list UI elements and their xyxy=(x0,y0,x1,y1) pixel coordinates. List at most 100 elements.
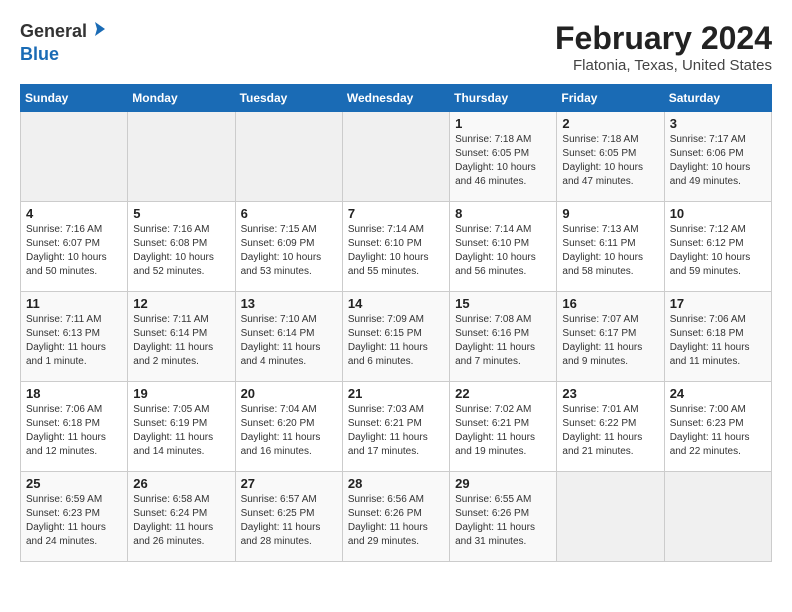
day-number: 17 xyxy=(670,296,766,311)
calendar-cell: 14Sunrise: 7:09 AM Sunset: 6:15 PM Dayli… xyxy=(342,292,449,382)
day-info: Sunrise: 7:01 AM Sunset: 6:22 PM Dayligh… xyxy=(562,403,658,459)
logo-bird-icon xyxy=(89,20,107,38)
day-info: Sunrise: 7:16 AM Sunset: 6:08 PM Dayligh… xyxy=(133,223,229,279)
day-info: Sunrise: 6:57 AM Sunset: 6:25 PM Dayligh… xyxy=(241,493,337,549)
calendar-cell: 25Sunrise: 6:59 AM Sunset: 6:23 PM Dayli… xyxy=(21,472,128,562)
calendar-cell: 9 Sunrise: 7:13 AM Sunset: 6:11 PM Daylig… xyxy=(557,202,664,292)
calendar-cell: 4Sunrise: 7:16 AM Sunset: 6:07 PM Daylig… xyxy=(21,202,128,292)
day-info: Sunrise: 7:12 AM Sunset: 6:12 PM Dayligh… xyxy=(670,223,766,279)
calendar-cell: 29 Sunrise: 6:55 AM Sunset: 6:26 PM Dayli… xyxy=(450,472,557,562)
day-number: 19 xyxy=(133,386,229,401)
calendar-cell xyxy=(128,112,235,202)
day-number: 24 xyxy=(670,386,766,401)
day-number: 23 xyxy=(562,386,658,401)
calendar-cell xyxy=(557,472,664,562)
day-number: 10 xyxy=(670,206,766,221)
calendar-week-row: 25Sunrise: 6:59 AM Sunset: 6:23 PM Dayli… xyxy=(21,472,772,562)
day-info: Sunrise: 7:04 AM Sunset: 6:20 PM Dayligh… xyxy=(241,403,337,459)
calendar-cell xyxy=(235,112,342,202)
day-number: 28 xyxy=(348,476,444,491)
day-info: Sunrise: 6:59 AM Sunset: 6:23 PM Dayligh… xyxy=(26,493,122,549)
calendar-subtitle: Flatonia, Texas, United States xyxy=(555,57,772,74)
day-number: 15 xyxy=(455,296,551,311)
day-info: Sunrise: 7:06 AM Sunset: 6:18 PM Dayligh… xyxy=(26,403,122,459)
calendar-cell: 16 Sunrise: 7:07 AM Sunset: 6:17 PM Dayli… xyxy=(557,292,664,382)
day-info: Sunrise: 6:58 AM Sunset: 6:24 PM Dayligh… xyxy=(133,493,229,549)
calendar-cell: 15 Sunrise: 7:08 AM Sunset: 6:16 PM Dayli… xyxy=(450,292,557,382)
calendar-title: February 2024 xyxy=(555,20,772,57)
calendar-week-row: 4Sunrise: 7:16 AM Sunset: 6:07 PM Daylig… xyxy=(21,202,772,292)
calendar-cell: 13 Sunrise: 7:10 AM Sunset: 6:14 PM Dayli… xyxy=(235,292,342,382)
day-number: 27 xyxy=(241,476,337,491)
day-info: Sunrise: 6:55 AM Sunset: 6:26 PM Dayligh… xyxy=(455,493,551,549)
header-cell-monday: Monday xyxy=(128,85,235,112)
day-info: Sunrise: 7:08 AM Sunset: 6:16 PM Dayligh… xyxy=(455,313,551,369)
calendar-cell xyxy=(342,112,449,202)
day-number: 5 xyxy=(133,206,229,221)
day-info: Sunrise: 7:07 AM Sunset: 6:17 PM Dayligh… xyxy=(562,313,658,369)
calendar-cell xyxy=(664,472,771,562)
day-info: Sunrise: 7:10 AM Sunset: 6:14 PM Dayligh… xyxy=(241,313,337,369)
day-number: 21 xyxy=(348,386,444,401)
header-cell-tuesday: Tuesday xyxy=(235,85,342,112)
day-number: 20 xyxy=(241,386,337,401)
day-number: 12 xyxy=(133,296,229,311)
calendar-cell: 28 Sunrise: 6:56 AM Sunset: 6:26 PM Dayli… xyxy=(342,472,449,562)
calendar-cell: 20 Sunrise: 7:04 AM Sunset: 6:20 PM Dayli… xyxy=(235,382,342,472)
calendar-cell: 3Sunrise: 7:17 AM Sunset: 6:06 PM Daylig… xyxy=(664,112,771,202)
day-info: Sunrise: 7:11 AM Sunset: 6:13 PM Dayligh… xyxy=(26,313,122,369)
day-number: 13 xyxy=(241,296,337,311)
day-number: 29 xyxy=(455,476,551,491)
day-number: 16 xyxy=(562,296,658,311)
day-number: 2 xyxy=(562,116,658,131)
day-info: Sunrise: 7:17 AM Sunset: 6:06 PM Dayligh… xyxy=(670,133,766,189)
day-number: 26 xyxy=(133,476,229,491)
page-header: General Blue February 2024 Flatonia, Tex… xyxy=(20,20,772,74)
calendar-week-row: 11Sunrise: 7:11 AM Sunset: 6:13 PM Dayli… xyxy=(21,292,772,382)
header-cell-saturday: Saturday xyxy=(664,85,771,112)
header-cell-wednesday: Wednesday xyxy=(342,85,449,112)
day-number: 14 xyxy=(348,296,444,311)
day-info: Sunrise: 7:15 AM Sunset: 6:09 PM Dayligh… xyxy=(241,223,337,279)
day-number: 22 xyxy=(455,386,551,401)
calendar-cell: 12 Sunrise: 7:11 AM Sunset: 6:14 PM Dayli… xyxy=(128,292,235,382)
calendar-cell: 24Sunrise: 7:00 AM Sunset: 6:23 PM Dayli… xyxy=(664,382,771,472)
day-info: Sunrise: 7:18 AM Sunset: 6:05 PM Dayligh… xyxy=(562,133,658,189)
calendar-cell: 17 Sunrise: 7:06 AM Sunset: 6:18 PM Dayli… xyxy=(664,292,771,382)
calendar-cell: 18 Sunrise: 7:06 AM Sunset: 6:18 PM Dayli… xyxy=(21,382,128,472)
day-number: 18 xyxy=(26,386,122,401)
calendar-cell xyxy=(21,112,128,202)
day-info: Sunrise: 7:02 AM Sunset: 6:21 PM Dayligh… xyxy=(455,403,551,459)
day-number: 1 xyxy=(455,116,551,131)
calendar-cell: 8Sunrise: 7:14 AM Sunset: 6:10 PM Daylig… xyxy=(450,202,557,292)
calendar-cell: 6 Sunrise: 7:15 AM Sunset: 6:09 PM Daylig… xyxy=(235,202,342,292)
day-info: Sunrise: 7:14 AM Sunset: 6:10 PM Dayligh… xyxy=(348,223,444,279)
calendar-cell: 22 Sunrise: 7:02 AM Sunset: 6:21 PM Dayli… xyxy=(450,382,557,472)
calendar-cell: 5 Sunrise: 7:16 AM Sunset: 6:08 PM Daylig… xyxy=(128,202,235,292)
day-number: 9 xyxy=(562,206,658,221)
day-info: Sunrise: 7:11 AM Sunset: 6:14 PM Dayligh… xyxy=(133,313,229,369)
calendar-cell: 2 Sunrise: 7:18 AM Sunset: 6:05 PM Daylig… xyxy=(557,112,664,202)
day-number: 8 xyxy=(455,206,551,221)
header-cell-sunday: Sunday xyxy=(21,85,128,112)
calendar-body: 1 Sunrise: 7:18 AM Sunset: 6:05 PM Daylig… xyxy=(21,112,772,562)
calendar-cell: 10 Sunrise: 7:12 AM Sunset: 6:12 PM Dayli… xyxy=(664,202,771,292)
day-info: Sunrise: 7:18 AM Sunset: 6:05 PM Dayligh… xyxy=(455,133,551,189)
day-info: Sunrise: 7:16 AM Sunset: 6:07 PM Dayligh… xyxy=(26,223,122,279)
day-info: Sunrise: 7:06 AM Sunset: 6:18 PM Dayligh… xyxy=(670,313,766,369)
calendar-cell: 27 Sunrise: 6:57 AM Sunset: 6:25 PM Dayli… xyxy=(235,472,342,562)
day-info: Sunrise: 6:56 AM Sunset: 6:26 PM Dayligh… xyxy=(348,493,444,549)
calendar-week-row: 1 Sunrise: 7:18 AM Sunset: 6:05 PM Daylig… xyxy=(21,112,772,202)
calendar-cell: 1 Sunrise: 7:18 AM Sunset: 6:05 PM Daylig… xyxy=(450,112,557,202)
day-number: 6 xyxy=(241,206,337,221)
calendar-cell: 26 Sunrise: 6:58 AM Sunset: 6:24 PM Dayli… xyxy=(128,472,235,562)
calendar-week-row: 18 Sunrise: 7:06 AM Sunset: 6:18 PM Dayli… xyxy=(21,382,772,472)
header-cell-thursday: Thursday xyxy=(450,85,557,112)
day-info: Sunrise: 7:13 AM Sunset: 6:11 PM Dayligh… xyxy=(562,223,658,279)
calendar-cell: 23 Sunrise: 7:01 AM Sunset: 6:22 PM Dayli… xyxy=(557,382,664,472)
logo-general: General xyxy=(20,21,87,43)
logo-blue: Blue xyxy=(20,44,59,64)
calendar-table: SundayMondayTuesdayWednesdayThursdayFrid… xyxy=(20,84,772,562)
calendar-cell: 7Sunrise: 7:14 AM Sunset: 6:10 PM Daylig… xyxy=(342,202,449,292)
calendar-cell: 19Sunrise: 7:05 AM Sunset: 6:19 PM Dayli… xyxy=(128,382,235,472)
